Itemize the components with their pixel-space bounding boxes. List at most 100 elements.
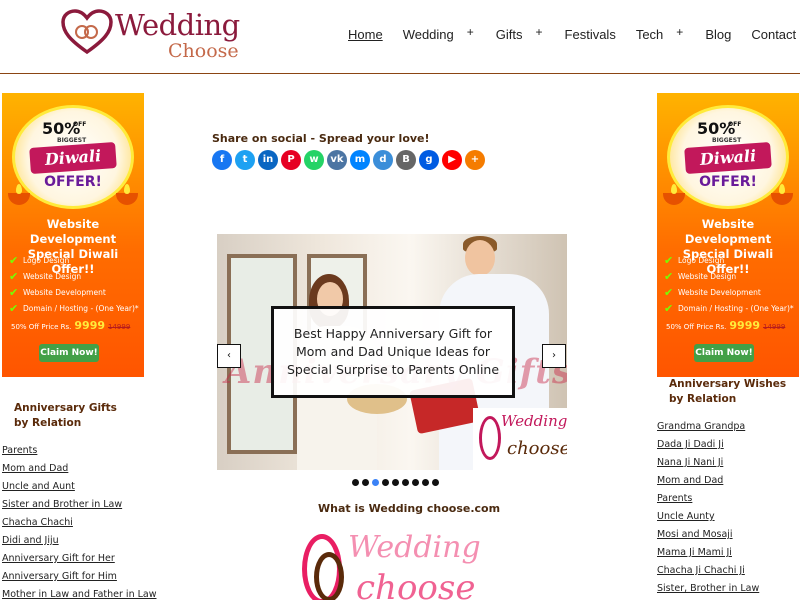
share-icons: f t in Pw vk m d Bg ▶ + bbox=[212, 150, 488, 170]
left-sidebar-link[interactable]: Parents bbox=[2, 442, 157, 460]
left-sidebar-link-label: Parents bbox=[2, 445, 38, 456]
right-sidebar-link-label: Grandma Grandpa bbox=[657, 421, 746, 432]
pinterest-icon[interactable]: P bbox=[281, 150, 301, 170]
right-sidebar-link[interactable]: Mama Ji Mami Ji bbox=[657, 544, 759, 562]
right-sidebar-link[interactable]: Uncle Aunty bbox=[657, 508, 759, 526]
slider-dot[interactable] bbox=[352, 479, 359, 486]
left-sidebar-link-label: Sister and Brother in Law bbox=[2, 499, 123, 510]
right-ad-lamp-left-icon bbox=[663, 193, 685, 205]
main-nav: Home Wedding + Gifts + Festivals Tech + Blog Cont… bbox=[348, 24, 800, 44]
slide-man-head bbox=[465, 240, 495, 276]
diwali-offer-ad-left[interactable]: 50% OFF BIGGEST Diwali OFFER! Website Develop… bbox=[2, 93, 144, 377]
left-sidebar-link-label: Didi and Jiju bbox=[2, 535, 59, 546]
slider-dot[interactable] bbox=[392, 479, 399, 486]
right-sidebar-link[interactable]: Grandma Grandpa bbox=[657, 418, 759, 436]
right-sidebar-link-label: Sister, Brother in Law bbox=[657, 583, 760, 594]
right-sidebar-link[interactable]: Mosi and Mosaji bbox=[657, 526, 759, 544]
mini-logo-line2: choose bbox=[507, 438, 567, 459]
nav-tech[interactable]: Tech bbox=[636, 27, 663, 42]
left-ad-feature-label: Logo Design bbox=[23, 256, 70, 265]
about-logo-heart2-icon bbox=[314, 552, 344, 600]
digg-icon[interactable]: g bbox=[419, 150, 439, 170]
right-sidebar-link[interactable]: Parents bbox=[657, 490, 759, 508]
slider-next-button[interactable]: › bbox=[542, 344, 566, 368]
left-sidebar-link[interactable]: Didi and Jiju bbox=[2, 532, 157, 550]
facebook-icon[interactable]: f bbox=[212, 150, 232, 170]
slider-prev-button[interactable]: ‹ bbox=[217, 344, 241, 368]
right-sidebar-link[interactable]: Sister, Brother in Law bbox=[657, 580, 759, 598]
right-ad-lamp-right-icon bbox=[771, 193, 793, 205]
odnoklassniki-icon[interactable]: d bbox=[373, 150, 393, 170]
left-sidebar-link[interactable]: Mother in Law and Father in Law bbox=[2, 586, 157, 604]
nav-home[interactable]: Home bbox=[348, 27, 383, 42]
about-logo-line2: choose bbox=[356, 568, 476, 600]
youtube-icon[interactable]: ▶ bbox=[442, 150, 462, 170]
slider-dot[interactable] bbox=[382, 479, 389, 486]
nav-tech-submenu-toggle[interactable]: + bbox=[676, 25, 683, 39]
right-sidebar-link[interactable]: Nana Ji Nani Ji bbox=[657, 454, 759, 472]
slider-dot[interactable] bbox=[362, 479, 369, 486]
right-ad-price-new: 9999 bbox=[729, 319, 761, 332]
featured-slider[interactable]: Anniversary Gifts Wedding choose Best Ha… bbox=[217, 234, 567, 470]
left-sidebar-link[interactable]: Anniversary Gift for Him bbox=[2, 568, 157, 586]
slider-dot[interactable] bbox=[422, 479, 429, 486]
slider-dot[interactable] bbox=[412, 479, 419, 486]
left-sidebar-link[interactable]: Anniversary Gift for Her bbox=[2, 550, 157, 568]
left-sidebar-link[interactable]: Mom and Dad bbox=[2, 460, 157, 478]
site-logo[interactable]: Wedding Choose bbox=[60, 6, 240, 62]
about-logo: Wedding choose bbox=[290, 522, 500, 600]
nav-gifts-submenu-toggle[interactable]: + bbox=[536, 25, 543, 39]
left-sidebar-link[interactable]: Sister and Brother in Law bbox=[2, 496, 157, 514]
left-sidebar-link[interactable]: Chacha Chachi bbox=[2, 514, 157, 532]
right-ad-feature-item: ✔ Website Development bbox=[664, 285, 796, 301]
right-sidebar-link[interactable]: Dada Ji Dadi Ji bbox=[657, 436, 759, 454]
left-sidebar-link-label: Anniversary Gift for Him bbox=[2, 571, 117, 582]
nav-contact[interactable]: Contact bbox=[751, 27, 796, 42]
mini-logo-line1: Wedding bbox=[501, 412, 567, 430]
left-ad-claim-button[interactable]: Claim Now! bbox=[39, 344, 99, 362]
right-sidebar-link-label: Chacha Ji Chachi Ji bbox=[657, 565, 745, 576]
left-ad-feature-label: Website Development bbox=[23, 288, 106, 297]
right-sidebar-link-label: Mama Ji Mami Ji bbox=[657, 547, 732, 558]
right-ad-feature-label: Website Design bbox=[678, 272, 737, 281]
left-ad-offer: OFFER! bbox=[44, 174, 102, 190]
check-icon: ✔ bbox=[9, 270, 19, 283]
linkedin-icon[interactable]: in bbox=[258, 150, 278, 170]
mini-logo-heart-icon bbox=[479, 416, 501, 460]
nav-blog[interactable]: Blog bbox=[705, 27, 731, 42]
left-sidebar-link-label: Mother in Law and Father in Law bbox=[2, 589, 157, 600]
twitter-icon[interactable]: t bbox=[235, 150, 255, 170]
slider-dot[interactable] bbox=[432, 479, 439, 486]
right-ad-biggest: BIGGEST bbox=[712, 137, 742, 144]
nav-festivals[interactable]: Festivals bbox=[565, 27, 616, 42]
nav-wedding-submenu-toggle[interactable]: + bbox=[467, 25, 474, 39]
nav-gifts[interactable]: Gifts bbox=[496, 27, 523, 42]
check-icon: ✔ bbox=[664, 270, 674, 283]
slider-dot[interactable] bbox=[402, 479, 409, 486]
right-sidebar-link[interactable]: Chacha Ji Chachi Ji bbox=[657, 562, 759, 580]
nav-wedding[interactable]: Wedding bbox=[403, 27, 454, 42]
slider-dot[interactable] bbox=[372, 479, 379, 486]
right-ad-feature-label: Website Development bbox=[678, 288, 761, 297]
left-sidebar-link-label: Uncle and Aunt bbox=[2, 481, 75, 492]
left-ad-flame-right-icon bbox=[124, 184, 130, 194]
right-ad-claim-button[interactable]: Claim Now! bbox=[694, 344, 754, 362]
slide-mini-logo: Wedding choose bbox=[473, 408, 567, 470]
diwali-offer-ad-right[interactable]: 50% OFF BIGGEST Diwali OFFER! Website Develop… bbox=[657, 93, 799, 377]
left-ad-feature-label: Website Design bbox=[23, 272, 82, 281]
whatsapp-icon[interactable]: w bbox=[304, 150, 324, 170]
logo-text-choose: Choose bbox=[168, 40, 239, 62]
left-sidebar-link-label: Mom and Dad bbox=[2, 463, 69, 474]
vk-icon[interactable]: vk bbox=[327, 150, 347, 170]
slider-dots bbox=[352, 479, 442, 486]
right-ad-price-label: 50% Off Price Rs. bbox=[666, 323, 727, 331]
more-icon[interactable]: + bbox=[465, 150, 485, 170]
messenger-icon[interactable]: m bbox=[350, 150, 370, 170]
left-sidebar-link[interactable]: Uncle and Aunt bbox=[2, 478, 157, 496]
about-logo-line1: Wedding bbox=[348, 530, 481, 565]
right-ad-offer: OFFER! bbox=[699, 174, 757, 190]
slide-caption[interactable]: Best Happy Anniversary Gift for Mom and … bbox=[271, 306, 515, 398]
blogger-icon[interactable]: B bbox=[396, 150, 416, 170]
right-ad-flame-left-icon bbox=[671, 184, 677, 194]
right-sidebar-link[interactable]: Mom and Dad bbox=[657, 472, 759, 490]
